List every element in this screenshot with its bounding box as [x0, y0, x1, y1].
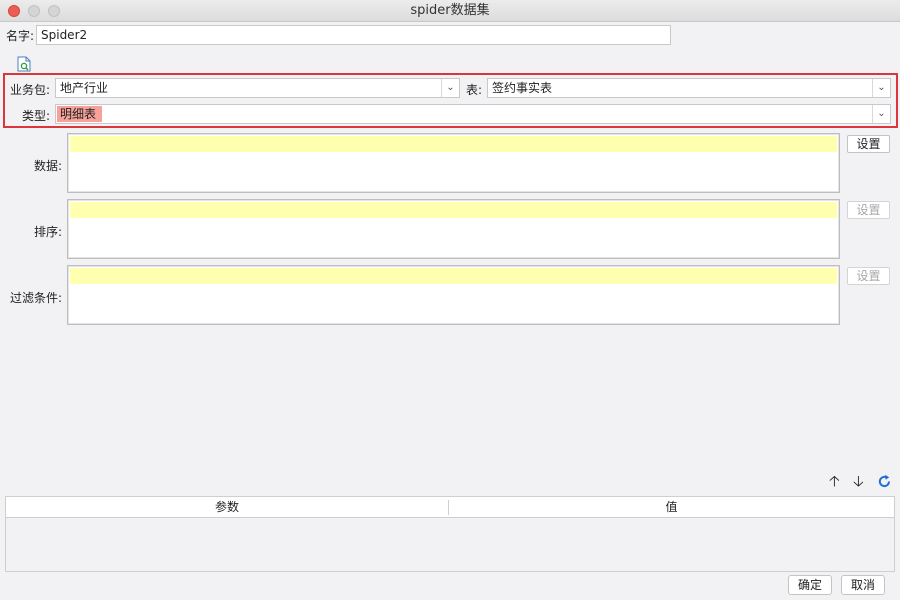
chevron-down-icon: ⌄: [872, 105, 890, 123]
name-label: 名字:: [6, 29, 35, 43]
close-window-button[interactable]: [8, 5, 20, 17]
table-select[interactable]: 签约事实表 ⌄: [487, 78, 891, 98]
arrow-up-icon[interactable]: 🡡: [829, 474, 840, 489]
type-label: 类型:: [22, 109, 51, 123]
maximize-window-button[interactable]: [48, 5, 60, 17]
ok-button[interactable]: 确定: [788, 575, 832, 595]
arrow-down-icon[interactable]: 🡣: [853, 474, 864, 489]
package-label: 业务包:: [10, 83, 51, 97]
data-row-highlight: [70, 136, 837, 152]
window-titlebar: spider数据集: [0, 0, 900, 22]
minimize-window-button[interactable]: [28, 5, 40, 17]
table-label: 表:: [466, 83, 483, 97]
package-select[interactable]: 地产行业 ⌄: [55, 78, 460, 98]
chevron-down-icon: ⌄: [441, 79, 459, 97]
parameters-table-header: 参数 值: [6, 497, 894, 518]
sort-settings-button[interactable]: 设置: [847, 201, 890, 219]
filter-settings-button[interactable]: 设置: [847, 267, 890, 285]
parameters-table[interactable]: 参数 值: [5, 496, 895, 572]
window-title: spider数据集: [410, 3, 490, 18]
data-label: 数据:: [34, 159, 63, 173]
param-column-header[interactable]: 参数: [6, 497, 448, 518]
sort-row-highlight: [70, 202, 837, 218]
data-panel[interactable]: [67, 133, 840, 193]
package-select-value: 地产行业: [60, 81, 109, 95]
filter-label: 过滤条件:: [10, 291, 63, 305]
data-settings-button[interactable]: 设置: [847, 135, 890, 153]
cancel-button[interactable]: 取消: [841, 575, 885, 595]
filter-panel[interactable]: [67, 265, 840, 325]
name-input[interactable]: Spider2: [36, 25, 671, 45]
chevron-down-icon: ⌄: [872, 79, 890, 97]
value-column-header[interactable]: 值: [449, 497, 894, 518]
sort-label: 排序:: [34, 225, 63, 239]
type-select[interactable]: 明细表 ⌄: [55, 104, 891, 124]
refresh-icon[interactable]: [877, 474, 892, 489]
filter-row-highlight: [70, 268, 837, 284]
type-select-value: 明细表: [57, 106, 103, 122]
sort-panel[interactable]: [67, 199, 840, 259]
table-select-value: 签约事实表: [492, 81, 553, 95]
preview-data-icon[interactable]: [17, 56, 31, 72]
